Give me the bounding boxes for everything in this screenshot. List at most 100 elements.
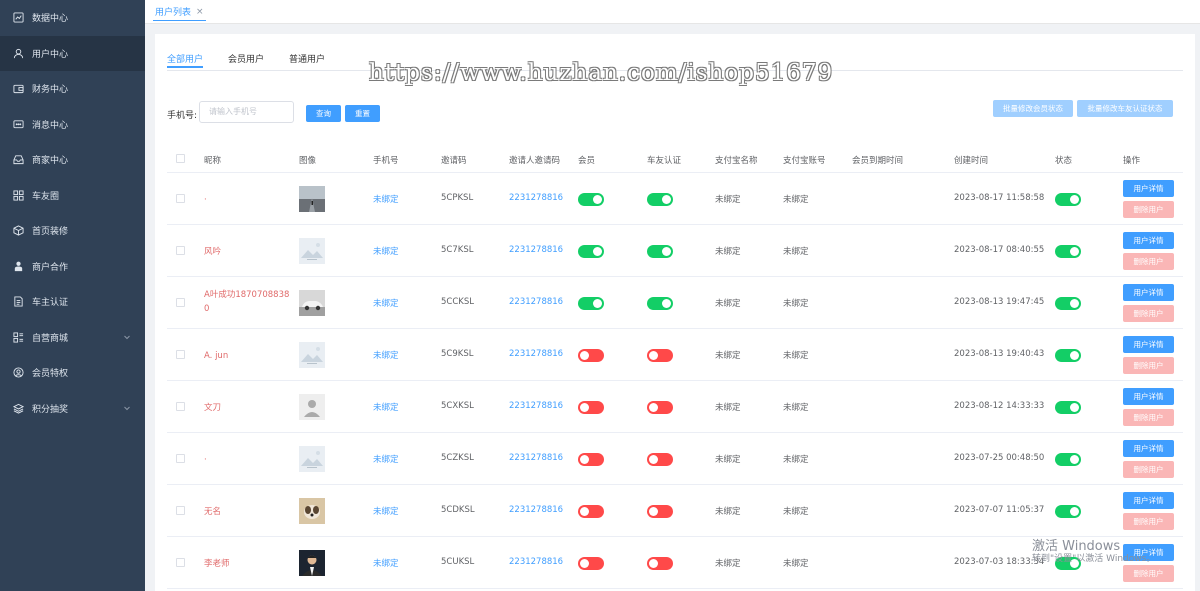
user-detail-button[interactable]: 用户详情 (1123, 232, 1174, 249)
delete-user-button[interactable]: 删除用户 (1123, 201, 1174, 218)
row-checkbox[interactable] (176, 506, 185, 515)
close-icon[interactable]: × (196, 7, 204, 17)
tags-view-bar: 用户列表 × (145, 0, 1200, 24)
status-switch[interactable] (1055, 193, 1081, 206)
member-switch[interactable] (578, 505, 604, 518)
sidebar-item-9[interactable]: 自营商城 (0, 320, 145, 356)
sidebar-item-11[interactable]: 积分抽奖 (0, 391, 145, 427)
user-detail-button[interactable]: 用户详情 (1123, 388, 1174, 405)
row-checkbox[interactable] (176, 558, 185, 567)
invite-code-value: 5C7KSL (441, 245, 474, 255)
avatar-image (299, 446, 325, 472)
invite-code-value: 5CPKSL (441, 193, 474, 203)
sidebar-item-8[interactable]: 车主认证 (0, 284, 145, 320)
member-switch[interactable] (578, 245, 604, 258)
user-detail-button[interactable]: 用户详情 (1123, 180, 1174, 197)
status-switch[interactable] (1055, 453, 1081, 466)
inviter-code-link[interactable]: 2231278816 (509, 193, 563, 203)
auth-switch[interactable] (647, 557, 673, 570)
tab-label: 用户列表 (155, 8, 192, 18)
user-detail-button[interactable]: 用户详情 (1123, 284, 1174, 301)
member-switch[interactable] (578, 193, 604, 206)
inviter-code-link[interactable]: 2231278816 (509, 297, 563, 307)
status-switch[interactable] (1055, 401, 1081, 414)
wallet-icon (13, 83, 24, 94)
member-switch[interactable] (578, 349, 604, 362)
inviter-code-link[interactable]: 2231278816 (509, 349, 563, 359)
delete-user-button[interactable]: 删除用户 (1123, 409, 1174, 426)
phone-search-input[interactable]: 请输入手机号 (199, 101, 294, 123)
watermark-text: https://www.huzhan.com/ishop51679 (369, 60, 834, 86)
reset-button[interactable]: 重置 (345, 105, 380, 122)
member-switch[interactable] (578, 557, 604, 570)
status-switch[interactable] (1055, 505, 1081, 518)
sidebar-item-0[interactable]: 数据中心 (0, 0, 145, 36)
select-all-checkbox[interactable] (176, 154, 185, 163)
inviter-code-link[interactable]: 2231278816 (509, 505, 563, 515)
created-time-value: 2023-07-25 00:48:50 (954, 453, 1045, 463)
search-button[interactable]: 查询 (306, 105, 341, 122)
batch-member-status-button[interactable]: 批量修改会员状态 (993, 100, 1073, 117)
inbox-icon (13, 154, 24, 165)
tab-all-users[interactable]: 全部用户 (167, 52, 204, 68)
delete-user-button[interactable]: 删除用户 (1123, 357, 1174, 374)
alipay-account-value: 未绑定 (783, 299, 809, 309)
status-switch[interactable] (1055, 297, 1081, 310)
member-switch[interactable] (578, 453, 604, 466)
sidebar-item-7[interactable]: 商户合作 (0, 249, 145, 285)
row-checkbox[interactable] (176, 402, 185, 411)
inviter-code-link[interactable]: 2231278816 (509, 453, 563, 463)
delete-user-button[interactable]: 删除用户 (1123, 513, 1174, 530)
row-checkbox[interactable] (176, 194, 185, 203)
auth-switch[interactable] (647, 505, 673, 518)
box-icon (13, 225, 24, 236)
status-switch[interactable] (1055, 349, 1081, 362)
status-switch[interactable] (1055, 245, 1081, 258)
delete-user-button[interactable]: 删除用户 (1123, 565, 1174, 582)
sidebar-item-1[interactable]: 用户中心 (0, 35, 145, 71)
batch-auth-status-button[interactable]: 批量修改车友认证状态 (1077, 100, 1173, 117)
th-nickname: 昵称 (204, 156, 222, 166)
member-switch[interactable] (578, 401, 604, 414)
tab-normal-users[interactable]: 普通用户 (289, 52, 325, 68)
inviter-code-link[interactable]: 2231278816 (509, 401, 563, 411)
user-detail-button[interactable]: 用户详情 (1123, 492, 1174, 509)
sidebar-item-3[interactable]: 消息中心 (0, 107, 145, 143)
invite-code-value: 5CZKSL (441, 453, 474, 463)
invite-code-value: 5CCKSL (441, 297, 474, 307)
sidebar-item-10[interactable]: 会员特权 (0, 355, 145, 391)
sidebar-item-4[interactable]: 商家中心 (0, 142, 145, 178)
tab-member-users[interactable]: 会员用户 (228, 52, 264, 68)
nickname: A叶成功18707088380 (204, 290, 290, 314)
row-checkbox[interactable] (176, 246, 185, 255)
auth-switch[interactable] (647, 349, 673, 362)
delete-user-button[interactable]: 删除用户 (1123, 461, 1174, 478)
chevron-down-icon (124, 406, 130, 411)
member-switch[interactable] (578, 297, 604, 310)
user-icon (13, 48, 24, 59)
inviter-code-link[interactable]: 2231278816 (509, 557, 563, 567)
auth-switch[interactable] (647, 193, 673, 206)
avatar-image (299, 238, 325, 264)
nickname: A. jun (204, 351, 229, 361)
created-time-value: 2023-07-07 11:05:37 (954, 505, 1045, 515)
auth-switch[interactable] (647, 245, 673, 258)
auth-switch[interactable] (647, 297, 673, 310)
delete-user-button[interactable]: 删除用户 (1123, 305, 1174, 322)
row-checkbox[interactable] (176, 454, 185, 463)
delete-user-button[interactable]: 删除用户 (1123, 253, 1174, 270)
user-detail-button[interactable]: 用户详情 (1123, 336, 1174, 353)
phone-value: 未绑定 (373, 247, 399, 257)
sidebar-item-5[interactable]: 车友圈 (0, 178, 145, 214)
inviter-code-link[interactable]: 2231278816 (509, 245, 563, 255)
sidebar-item-2[interactable]: 财务中心 (0, 71, 145, 107)
sidebar-item-6[interactable]: 首页装修 (0, 213, 145, 249)
row-checkbox[interactable] (176, 350, 185, 359)
row-checkbox[interactable] (176, 298, 185, 307)
auth-switch[interactable] (647, 401, 673, 414)
tab-user-list[interactable]: 用户列表 × (153, 3, 206, 21)
user-detail-button[interactable]: 用户详情 (1123, 440, 1174, 457)
th-avatar: 图像 (299, 156, 317, 166)
phone-value: 未绑定 (373, 403, 399, 413)
auth-switch[interactable] (647, 453, 673, 466)
